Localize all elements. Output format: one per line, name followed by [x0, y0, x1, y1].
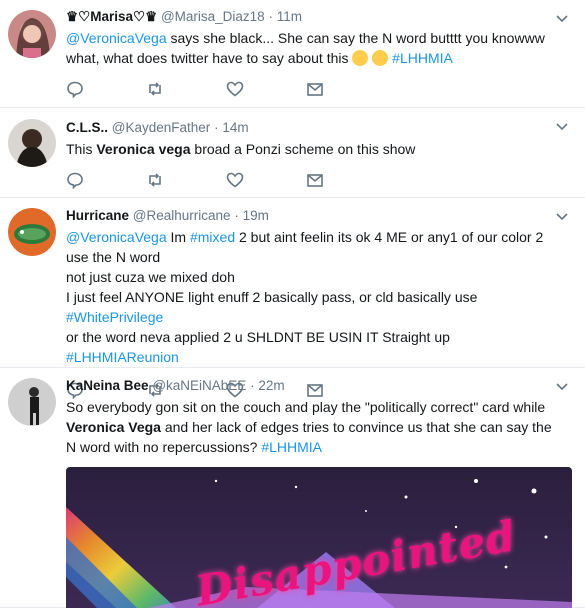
tweet-header: KaNeina Bee @kaNEiNAbEE · 22m [66, 377, 555, 395]
tweet-timeline: ♛♡Marisa♡♛ @Marisa_Diaz18 · 11m @Veronic… [0, 0, 585, 608]
avatar[interactable] [8, 10, 56, 58]
timestamp[interactable]: 14m [222, 120, 248, 135]
timestamp[interactable]: 19m [243, 208, 269, 223]
tweet-header: C.L.S.. @KaydenFather · 14m [66, 119, 555, 137]
separator: · [250, 378, 255, 393]
username[interactable]: @Realhurricane [133, 208, 231, 223]
hashtag-link[interactable]: #LHHMIA [392, 50, 453, 66]
chevron-down-icon[interactable] [555, 212, 569, 222]
separator: · [214, 120, 219, 135]
fullname[interactable]: ♛♡Marisa♡♛ [66, 9, 157, 24]
tweet-line: @VeronicaVega Im #mixed 2 but aint feeli… [66, 227, 555, 267]
hashtag-link[interactable]: #WhitePrivilege [66, 309, 163, 325]
tweet-text-body: or the word neva applied 2 u SHLDNT BE U… [66, 329, 450, 345]
retweet-button[interactable] [146, 80, 226, 98]
retweet-button[interactable] [146, 171, 226, 189]
chevron-down-icon[interactable] [555, 382, 569, 392]
envelope-icon [307, 83, 323, 96]
heart-icon [226, 81, 244, 97]
hashtag-link[interactable]: #LHHMIAReunion [66, 349, 179, 365]
bold-text: Veronica Vega [66, 419, 161, 435]
bold-text: Veronica vega [96, 141, 191, 157]
tweet-line: not just cuza we mixed doh [66, 269, 235, 285]
chevron-down-icon[interactable] [555, 14, 569, 24]
retweet-icon [149, 82, 161, 96]
tweet-text: @VeronicaVega says she black... She can … [66, 28, 555, 68]
avatar[interactable] [8, 119, 56, 167]
mention-link[interactable]: @VeronicaVega [66, 229, 167, 245]
tweet-text-body: I just feel ANYONE light enuff 2 basical… [66, 289, 478, 305]
chevron-down-icon[interactable] [555, 122, 569, 132]
timestamp[interactable]: 11m [277, 9, 302, 24]
direct-message-button[interactable] [306, 80, 386, 98]
tweet[interactable]: ♛♡Marisa♡♛ @Marisa_Diaz18 · 11m @Veronic… [0, 0, 585, 108]
reply-button[interactable] [66, 171, 146, 189]
envelope-icon [307, 174, 323, 187]
fullname[interactable]: Hurricane [66, 208, 129, 223]
tweet[interactable]: KaNeina Bee @kaNEiNAbEE · 22m So everybo… [0, 368, 585, 608]
timestamp[interactable]: 22m [258, 378, 284, 393]
fullname[interactable]: KaNeina Bee [66, 378, 149, 393]
tweet-header: ♛♡Marisa♡♛ @Marisa_Diaz18 · 11m [66, 8, 555, 26]
hashtag-link[interactable]: #LHHMIA [261, 439, 322, 455]
avatar[interactable] [8, 208, 56, 256]
heart-icon [226, 172, 244, 188]
tweet-text: @VeronicaVega Im #mixed 2 but aint feeli… [66, 227, 555, 367]
tweet-line: or the word neva applied 2 u SHLDNT BE U… [66, 327, 555, 367]
tweet-text-body: So everybody gon sit on the couch and pl… [66, 399, 546, 415]
tweet-text: So everybody gon sit on the couch and pl… [66, 397, 555, 457]
like-button[interactable] [226, 171, 306, 189]
reply-icon [67, 81, 83, 98]
username[interactable]: @kaNEiNAbEE [152, 378, 246, 393]
reply-icon [67, 172, 83, 189]
hashtag-link[interactable]: #mixed [190, 229, 235, 245]
username[interactable]: @Marisa_Diaz18 [161, 9, 265, 24]
separator: · [268, 9, 273, 24]
tweet-media-image[interactable]: Disappointed [66, 467, 572, 608]
like-button[interactable] [226, 80, 306, 98]
tweet-line: I just feel ANYONE light enuff 2 basical… [66, 287, 555, 327]
avatar[interactable] [8, 378, 56, 426]
tweet-text-body: This [66, 141, 97, 157]
mention-link[interactable]: @VeronicaVega [66, 30, 167, 46]
tweet-header: Hurricane @Realhurricane · 19m [66, 207, 555, 225]
reply-button[interactable] [66, 80, 146, 98]
separator: · [234, 208, 239, 223]
face-with-tears-of-joy-emoji [352, 50, 369, 66]
direct-message-button[interactable] [306, 171, 386, 189]
tweet[interactable]: Hurricane @Realhurricane · 19m @Veronica… [0, 198, 585, 399]
tweet-text-body: broad a Ponzi scheme on this show [190, 141, 416, 157]
retweet-icon [149, 173, 161, 187]
tweet-text: This Veronica vega broad a Ponzi scheme … [66, 139, 555, 159]
username[interactable]: @KaydenFather [112, 120, 211, 135]
face-without-mouth-emoji [372, 50, 389, 66]
tweet-actions [66, 80, 555, 98]
tweet-text-body: Im [166, 229, 190, 245]
tweet-actions [66, 171, 555, 189]
fullname[interactable]: C.L.S.. [66, 120, 108, 135]
tweet[interactable]: C.L.S.. @KaydenFather · 14m This Veronic… [0, 108, 585, 198]
